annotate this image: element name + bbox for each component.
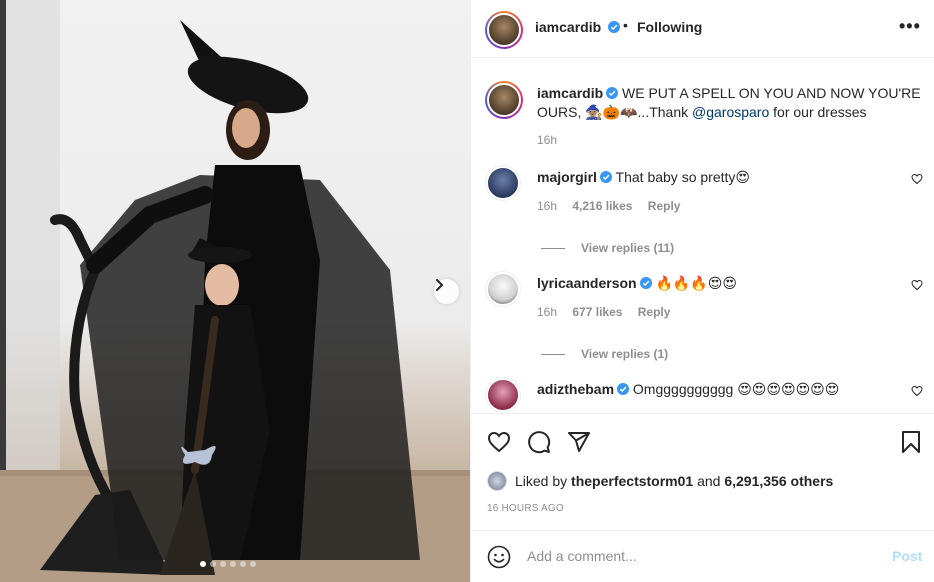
share-paper-plane-icon[interactable] bbox=[567, 430, 591, 454]
likes-summary[interactable]: Liked by theperfectstorm01 and 6,291,356… bbox=[487, 471, 833, 491]
avatar bbox=[487, 83, 521, 117]
avatar bbox=[486, 272, 520, 306]
heart-icon[interactable] bbox=[911, 173, 923, 185]
verified-badge-icon bbox=[639, 277, 652, 289]
carousel-dot bbox=[210, 561, 216, 567]
view-replies-label: View replies (11) bbox=[581, 241, 675, 255]
caption-body-end: for our dresses bbox=[773, 104, 867, 120]
bookmark-icon[interactable] bbox=[899, 430, 923, 454]
commenter-avatar[interactable] bbox=[485, 165, 521, 201]
divider bbox=[541, 248, 565, 250]
comment-input[interactable]: Add a comment... bbox=[527, 548, 637, 564]
post-timestamp[interactable]: 16 HOURS AGO bbox=[487, 503, 564, 514]
author-avatar-ring[interactable] bbox=[485, 11, 523, 49]
likes-prefix: Liked by bbox=[515, 473, 568, 489]
comment-body: That baby so pretty😍 bbox=[615, 169, 750, 185]
comment-text: majorgirl That baby so pretty😍 bbox=[537, 169, 750, 186]
commenter-avatar[interactable] bbox=[485, 377, 521, 412]
carousel-dot bbox=[250, 561, 256, 567]
carousel-dot bbox=[240, 561, 246, 567]
carousel-dot bbox=[230, 561, 236, 567]
like-heart-icon[interactable] bbox=[487, 430, 511, 454]
verified-badge-icon bbox=[608, 21, 621, 33]
comment-meta: 16h 4,216 likes Reply bbox=[537, 199, 692, 213]
comment-bubble-icon[interactable] bbox=[527, 430, 551, 454]
comment-likes[interactable]: 677 likes bbox=[572, 305, 622, 319]
commenter-avatar[interactable] bbox=[485, 271, 521, 307]
post-header: iamcardib • Following ••• bbox=[471, 0, 934, 58]
verified-badge-icon bbox=[617, 383, 630, 395]
post-comment-button[interactable]: Post bbox=[892, 548, 922, 564]
username-text[interactable]: iamcardib bbox=[535, 19, 601, 35]
verified-badge-icon bbox=[606, 87, 619, 99]
emoji-icon[interactable] bbox=[487, 545, 511, 569]
separator-dot: • bbox=[623, 17, 628, 33]
more-options-icon[interactable]: ••• bbox=[899, 16, 921, 37]
likes-conj: and bbox=[697, 473, 721, 489]
post-side-panel: iamcardib • Following ••• iamcardib WE P… bbox=[470, 0, 934, 582]
view-replies-button[interactable]: View replies (11) bbox=[541, 241, 674, 255]
carousel-indicator bbox=[200, 561, 256, 567]
chevron-right-icon bbox=[436, 279, 444, 291]
comment-text: adizthebam Omgggggggggg 😍😍😍😍😍😍😍 bbox=[537, 381, 839, 398]
add-comment-bar: Add a comment... Post bbox=[471, 530, 934, 582]
carousel-dot bbox=[220, 561, 226, 567]
divider bbox=[541, 354, 565, 356]
post-image[interactable] bbox=[0, 0, 470, 582]
comment-text: lyricaanderson 🔥🔥🔥😍😍 bbox=[537, 275, 737, 292]
likes-count[interactable]: 6,291,356 others bbox=[724, 473, 833, 489]
comment-time[interactable]: 16h bbox=[537, 199, 557, 213]
verified-badge-icon bbox=[599, 171, 612, 183]
next-slide-button[interactable] bbox=[434, 279, 459, 304]
heart-icon[interactable] bbox=[911, 279, 923, 291]
reply-button[interactable]: Reply bbox=[648, 199, 681, 213]
caption-text: iamcardib WE PUT A SPELL ON YOU AND NOW … bbox=[537, 84, 927, 122]
carousel-dot bbox=[200, 561, 206, 567]
post-photo-illustration bbox=[0, 0, 470, 582]
view-replies-button[interactable]: View replies (1) bbox=[541, 347, 668, 361]
comment-body: 🔥🔥🔥😍😍 bbox=[655, 275, 737, 291]
comment-body: Omgggggggggg 😍😍😍😍😍😍😍 bbox=[632, 381, 840, 397]
reply-button[interactable]: Reply bbox=[638, 305, 671, 319]
header-username[interactable]: iamcardib bbox=[535, 19, 621, 35]
heart-icon[interactable] bbox=[911, 385, 923, 397]
comment-username[interactable]: lyricaanderson bbox=[537, 275, 637, 291]
mention-link[interactable]: @garosparo bbox=[692, 104, 769, 120]
comment-username[interactable]: adizthebam bbox=[537, 381, 614, 397]
comment-time[interactable]: 16h bbox=[537, 305, 557, 319]
comments-section[interactable]: iamcardib WE PUT A SPELL ON YOU AND NOW … bbox=[471, 59, 934, 412]
comment-username[interactable]: majorgirl bbox=[537, 169, 597, 185]
avatar[interactable] bbox=[487, 471, 507, 491]
caption-avatar-ring[interactable] bbox=[485, 81, 523, 119]
comment-likes[interactable]: 4,216 likes bbox=[572, 199, 632, 213]
avatar bbox=[486, 378, 520, 412]
comment-meta: 16h 677 likes Reply bbox=[537, 305, 682, 319]
view-replies-label: View replies (1) bbox=[581, 347, 669, 361]
caption-time[interactable]: 16h bbox=[537, 133, 557, 147]
avatar bbox=[486, 166, 520, 200]
following-button[interactable]: Following bbox=[637, 19, 702, 35]
post-actions: Liked by theperfectstorm01 and 6,291,356… bbox=[471, 413, 934, 530]
caption-username[interactable]: iamcardib bbox=[537, 85, 603, 101]
avatar bbox=[487, 13, 521, 47]
liked-by-user[interactable]: theperfectstorm01 bbox=[571, 473, 693, 489]
